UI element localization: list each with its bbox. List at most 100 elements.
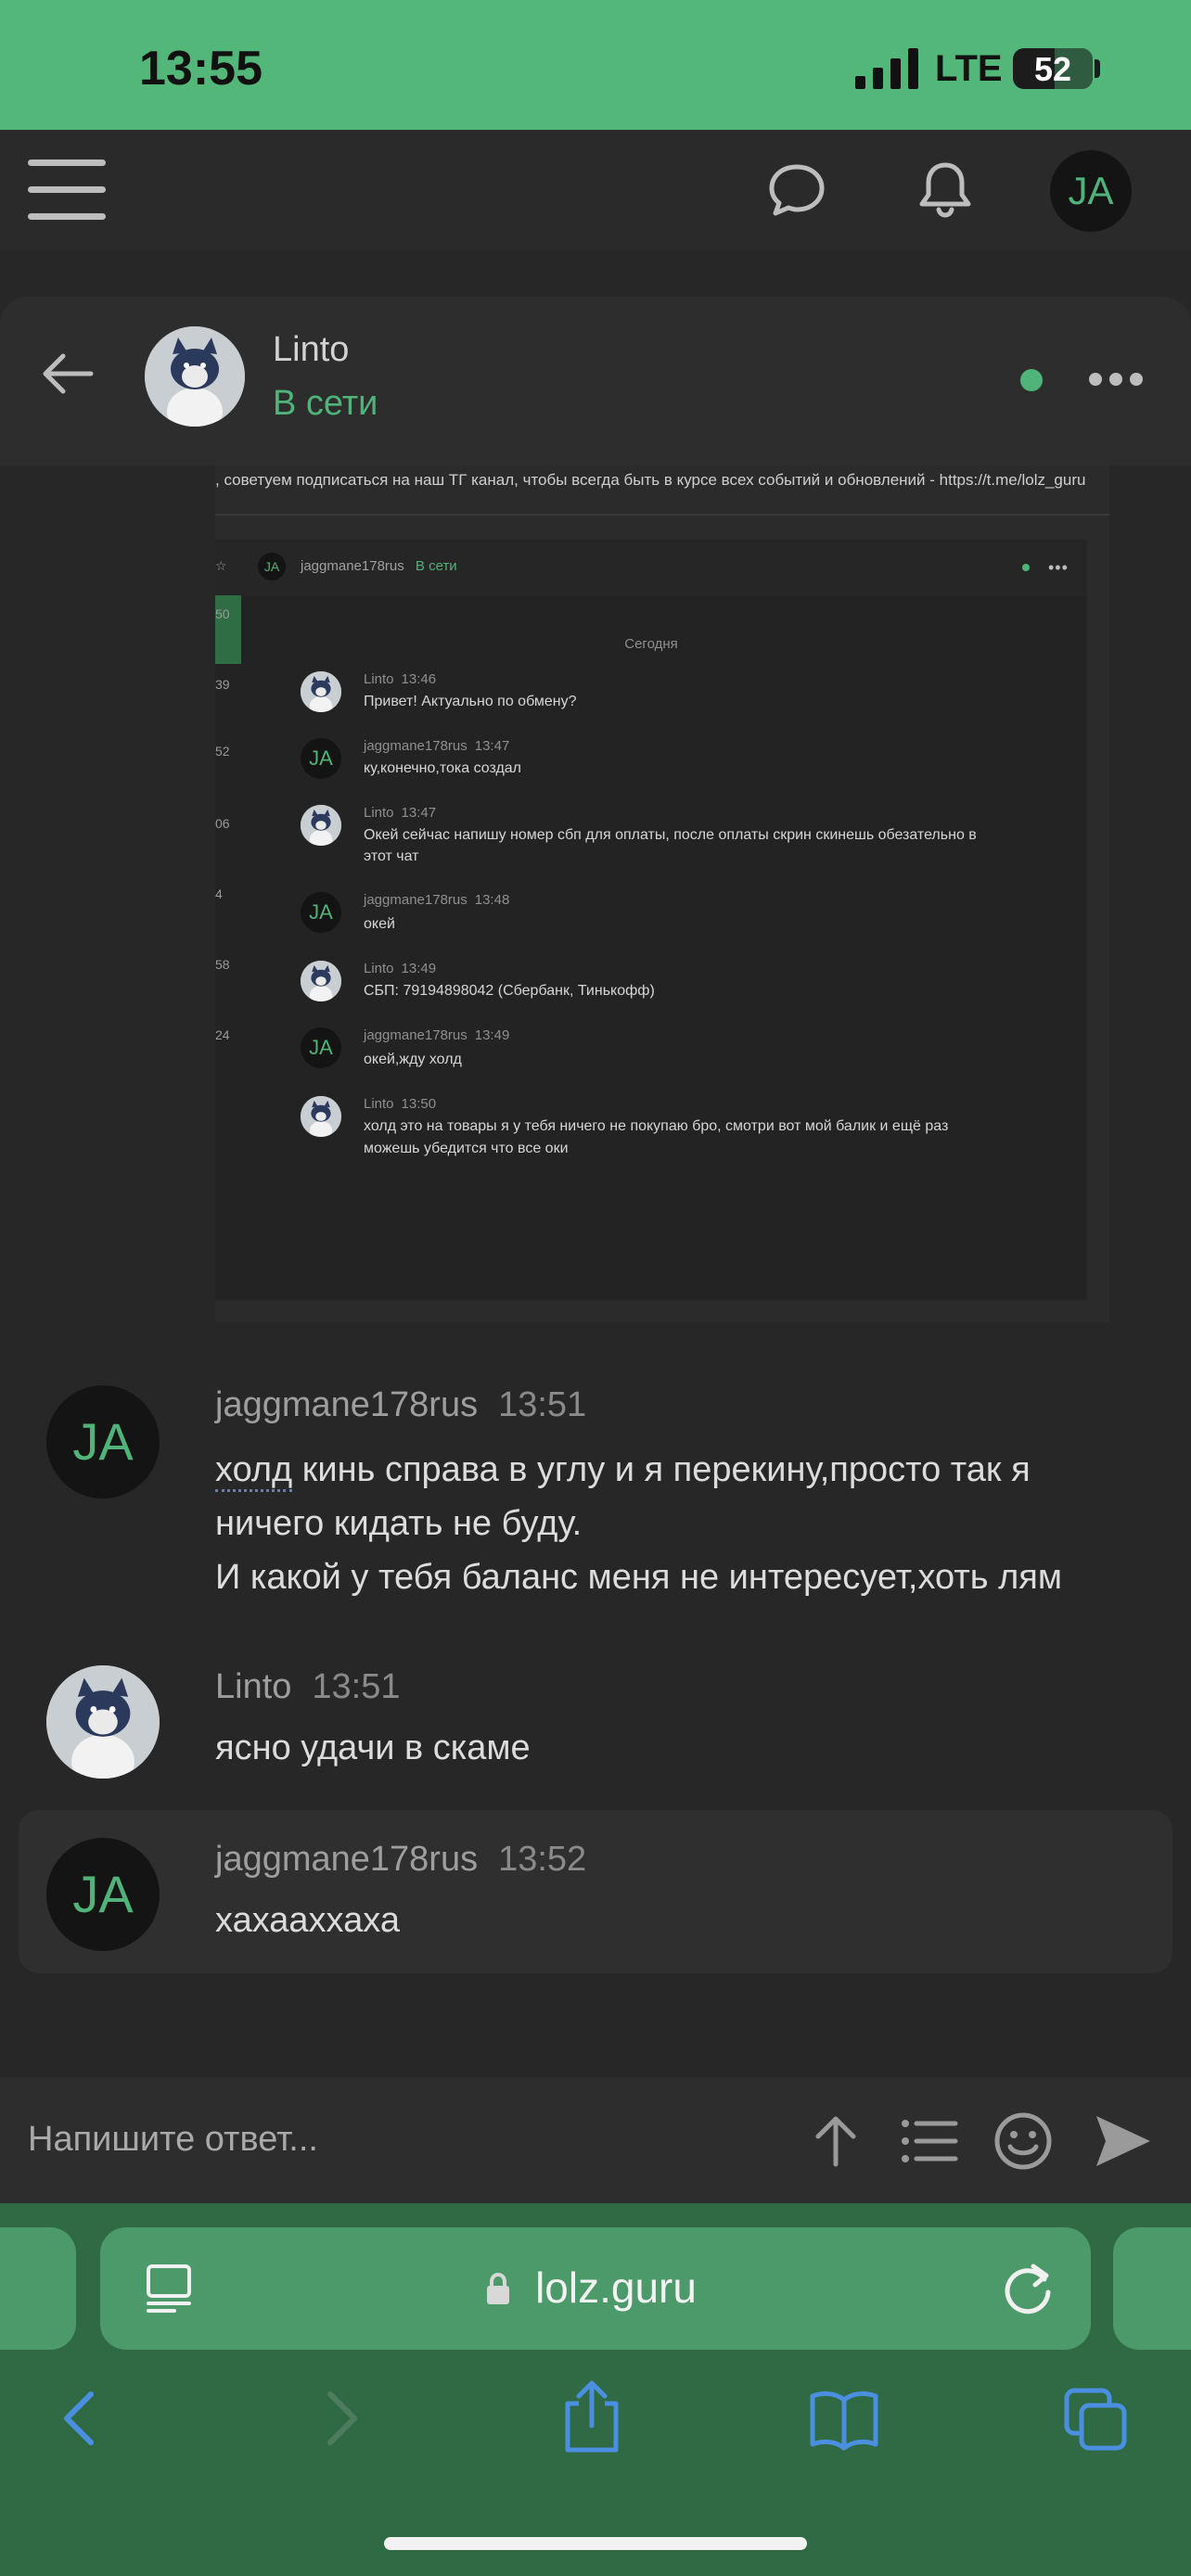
embedded-header-status: В сети [415,558,457,574]
bookmarks-icon[interactable] [807,2387,881,2452]
embedded-message-text: Привет! Актуально по обмену? [364,694,577,709]
online-indicator [1020,369,1043,391]
more-options-icon[interactable] [1089,373,1143,388]
embedded-message-time: 13:47 [401,805,437,821]
emoji-icon[interactable] [992,2111,1054,2172]
embedded-cat-avatar [301,1096,341,1137]
embedded-message-text: окей [364,916,395,932]
cat-avatar-icon [145,326,245,427]
list-icon[interactable] [898,2111,959,2172]
embedded-date-separator: Сегодня [624,636,678,652]
message-avatar[interactable]: JA [46,1838,160,1951]
embedded-message-meta: jaggmane178rus 13:47 [364,738,509,754]
embedded-message-text: холд это на товары я у тебя ничего не по… [364,1118,949,1134]
arrow-up-icon[interactable] [805,2111,866,2172]
embedded-edge-number: 06 [215,816,230,831]
embedded-edge-number: 24 [215,1027,230,1042]
message-line: И какой у тебя баланс меня не интересует… [215,1558,1062,1597]
embedded-cat-avatar [301,671,341,712]
back-icon[interactable] [48,2385,115,2452]
message-author[interactable]: jaggmane178rus [215,1840,478,1879]
embedded-header-title: jaggmane178rus В сети [301,558,457,574]
embedded-message-author: jaggmane178rus [364,738,467,754]
embedded-header-name: jaggmane178rus [301,558,404,574]
chat-bubble-icon[interactable] [766,159,827,221]
send-icon[interactable] [1093,2111,1154,2172]
share-icon[interactable] [557,2378,627,2455]
embedded-message-meta: jaggmane178rus 13:48 [364,892,509,908]
embedded-message-author: Linto [364,671,394,687]
embedded-message-meta: Linto 13:49 [364,961,436,976]
embedded-online-indicator [1022,564,1030,571]
embedded-message-author: Linto [364,805,394,821]
embedded-message-text: можешь убедится что все оки [364,1141,569,1156]
top-navigation [0,130,1191,250]
embedded-message-meta: Linto 13:50 [364,1096,436,1112]
tabs-icon[interactable] [1061,2385,1130,2454]
embedded-message-time: 13:47 [474,738,510,754]
message-line: хахааххаха [215,1901,400,1940]
divider [215,514,1109,516]
battery-percent: 52 [1033,50,1072,88]
embedded-header-avatar: JA [258,553,286,580]
signal-icon [855,48,918,89]
embedded-message-meta: jaggmane178rus 13:49 [364,1027,509,1043]
message-time: 13:51 [312,1667,401,1706]
message-avatar[interactable]: JA [46,1385,160,1498]
reply-input[interactable]: Напишите ответ... [28,2120,318,2160]
message-author[interactable]: jaggmane178rus [215,1385,478,1424]
embedded-message-meta: Linto 13:47 [364,805,436,821]
embedded-message-author: Linto [364,1096,394,1112]
message-meta: jaggmane178rus 13:52 [215,1840,586,1880]
embedded-message-time: 13:46 [401,671,437,687]
embedded-cat-avatar [301,961,341,1001]
embedded-message-text: этот чат [364,848,419,864]
message-meta: Linto 13:51 [215,1667,401,1707]
embedded-message-time: 13:50 [401,1096,437,1112]
embedded-message-author: Linto [364,961,394,976]
channel-notice: , советуем подписаться на наш ТГ канал, … [215,471,1086,489]
message-line: ничего кидать не буду. [215,1504,583,1543]
status-time: 13:55 [139,42,263,96]
embedded-edge-number: 52 [215,744,230,759]
battery-tip [1095,59,1100,78]
bell-icon[interactable] [915,159,976,221]
message-time: 13:52 [498,1840,587,1879]
embedded-message-time: 13:49 [474,1027,510,1043]
embedded-star-icon: ☆ [215,558,227,573]
menu-icon[interactable] [28,158,106,223]
cat-avatar-icon [46,1665,160,1779]
message-time: 13:51 [498,1385,587,1424]
embedded-edge-number: 39 [215,677,230,692]
embedded-edge-number: 50 [215,606,230,621]
reload-icon[interactable] [996,2255,1061,2320]
embedded-edge-number: 58 [215,957,230,972]
contact-status: В сети [273,384,378,423]
home-indicator[interactable] [384,2537,807,2550]
embedded-ja-avatar: JA [301,1027,341,1068]
network-type: LTE [935,48,1003,89]
embedded-message-text: окей,жду холд [364,1052,462,1067]
embedded-message-text: Окей сейчас напишу номер сбп для оплаты,… [364,827,977,843]
embedded-message-time: 13:49 [401,961,437,976]
embedded-message-text: ку,конечно,тока создал [364,760,522,776]
message-line: ясно удачи в скаме [215,1728,531,1767]
message-author[interactable]: Linto [215,1667,291,1706]
contact-name: Linto [273,330,350,369]
embedded-edge-number: 4 [215,886,223,901]
embedded-message-author: jaggmane178rus [364,1027,467,1043]
embedded-ja-avatar: JA [301,892,341,933]
embedded-screenshot[interactable]: , советуем подписаться на наш ТГ канал, … [215,465,1109,1322]
back-arrow-icon[interactable] [37,343,98,404]
user-avatar[interactable]: JA [1050,150,1132,232]
embedded-message-author: jaggmane178rus [364,892,467,908]
message-avatar[interactable] [46,1665,160,1779]
embedded-ja-avatar: JA [301,738,341,779]
embedded-message-text: СБП: 79194898042 (Сбербанк, Тинькофф) [364,983,655,999]
forward-icon[interactable] [306,2385,373,2452]
embedded-message-meta: Linto 13:46 [364,671,436,687]
contact-avatar[interactable] [145,326,245,427]
embedded-chat-panel [215,540,1087,1300]
embedded-more-icon: ••• [1048,558,1069,577]
highlighted-word[interactable]: холд [215,1450,293,1492]
